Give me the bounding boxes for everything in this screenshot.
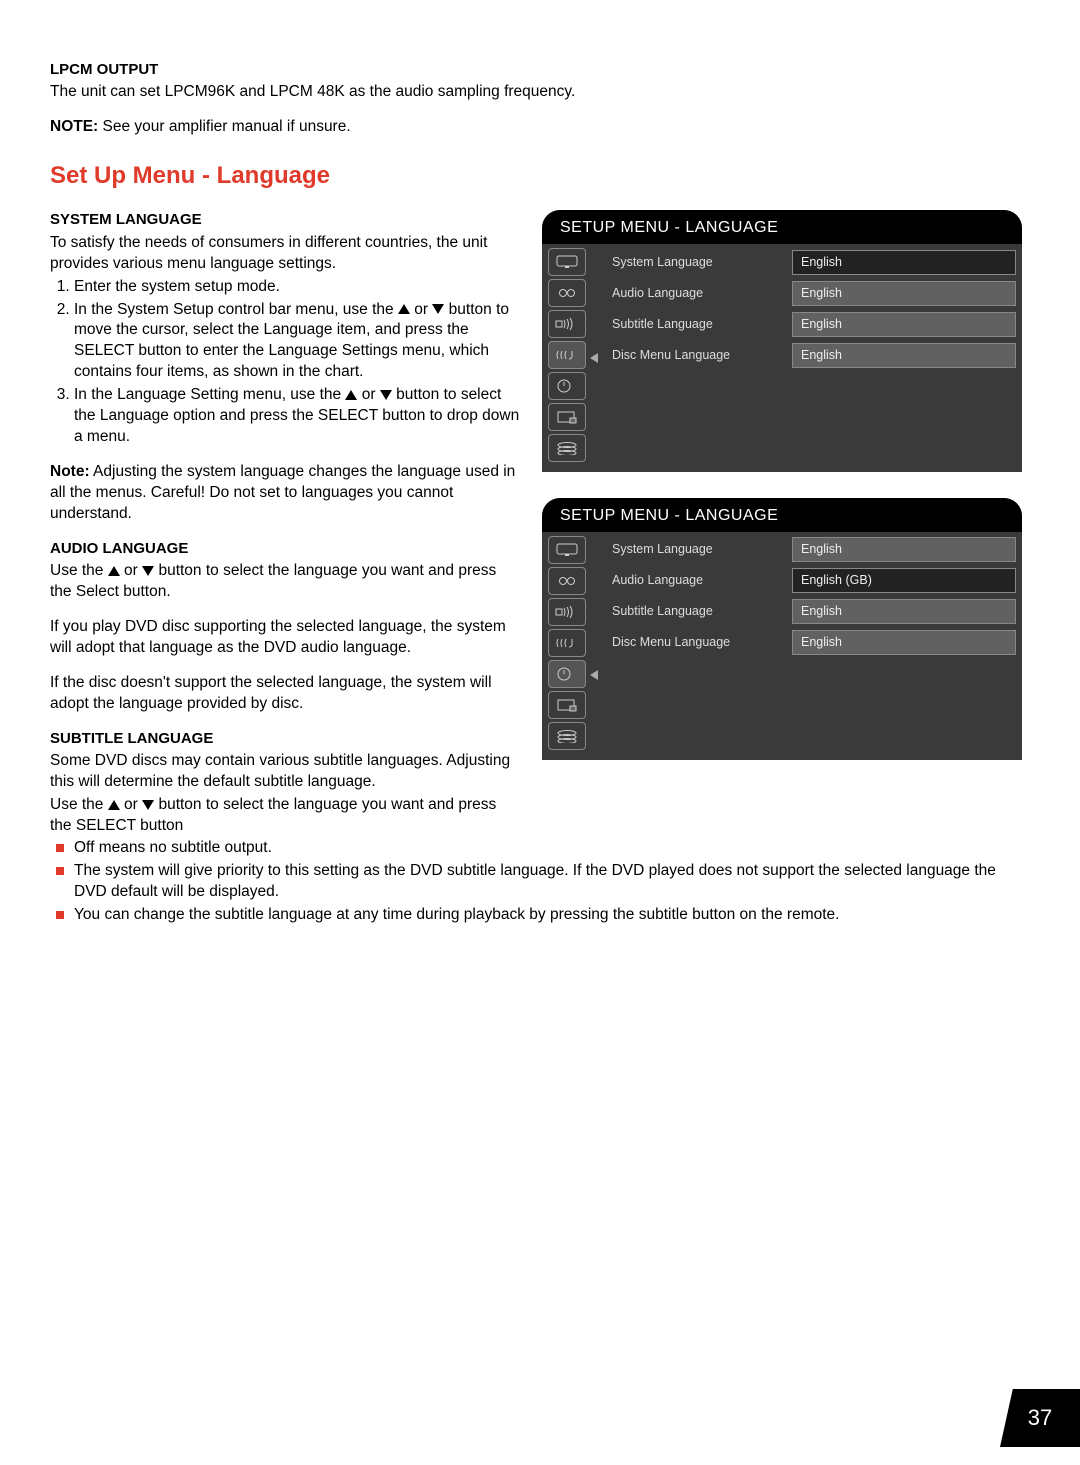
down-arrow-icon	[142, 800, 154, 810]
left-arrow-icon	[590, 667, 598, 685]
down-arrow-icon	[432, 304, 444, 314]
step-2: In the System Setup control bar menu, us…	[74, 300, 520, 384]
osd-row: Audio LanguageEnglish	[612, 279, 1016, 307]
osd-row-value: English	[792, 537, 1016, 562]
osd-row-label: Subtitle Language	[612, 316, 792, 333]
osd-row: System LanguageEnglish	[612, 248, 1016, 276]
down-arrow-icon	[380, 390, 392, 400]
disc-icon	[548, 722, 586, 750]
step-3: In the Language Setting menu, use the or…	[74, 385, 520, 448]
sublang-p2: Use the or button to select the language…	[50, 795, 520, 837]
up-arrow-icon	[398, 304, 410, 314]
camera-icon	[548, 567, 586, 595]
display-icon	[548, 403, 586, 431]
osd-row-value: English	[792, 343, 1016, 368]
bullet-2: The system will give priority to this se…	[74, 861, 1030, 903]
osd-sidebar-icons	[548, 536, 598, 750]
clock-icon	[548, 372, 586, 400]
osd-row: Subtitle LanguageEnglish	[612, 598, 1016, 626]
subtitle-icon	[548, 629, 586, 657]
osd-row-value: English	[792, 281, 1016, 306]
osd-row-value: English	[792, 630, 1016, 655]
osd-title: SETUP MENU - LANGUAGE	[542, 210, 1022, 244]
bullet-3: You can change the subtitle language at …	[74, 905, 1030, 926]
osd-sidebar-icons	[548, 248, 598, 462]
audiolang-p3: If the disc doesn't support the selected…	[50, 673, 520, 715]
syslang-note: Note: Adjusting the system language chan…	[50, 462, 520, 525]
osd-row-label: Disc Menu Language	[612, 634, 792, 651]
syslang-steps: Enter the system setup mode. In the Syst…	[50, 277, 520, 448]
page-number: 37	[1000, 1389, 1080, 1447]
sublang-p1: Some DVD discs may contain various subti…	[50, 751, 520, 793]
camera-icon	[548, 279, 586, 307]
syslang-intro: To satisfy the needs of consumers in dif…	[50, 233, 520, 275]
lpcm-note: NOTE: See your amplifier manual if unsur…	[50, 117, 1030, 138]
lpcm-text: The unit can set LPCM96K and LPCM 48K as…	[50, 82, 1030, 103]
down-arrow-icon	[142, 566, 154, 576]
note-label: NOTE:	[50, 118, 98, 135]
note-text: See your amplifier manual if unsure.	[98, 118, 350, 135]
osd-row-label: Audio Language	[612, 572, 792, 589]
osd-row-value: English	[792, 250, 1016, 275]
syslang-heading: System Language	[50, 210, 520, 230]
clock-icon	[548, 660, 586, 688]
osd-row-label: Subtitle Language	[612, 603, 792, 620]
left-arrow-icon	[590, 350, 598, 368]
osd-row-label: Disc Menu Language	[612, 347, 792, 364]
sublang-heading: Subtitle Language	[50, 729, 520, 749]
step-1: Enter the system setup mode.	[74, 277, 520, 298]
monitor-icon	[548, 536, 586, 564]
osd-row-label: System Language	[612, 254, 792, 271]
display-icon	[548, 691, 586, 719]
osd-row-label: Audio Language	[612, 285, 792, 302]
osd-screenshot-2: SETUP MENU - LANGUAGE System LanguageEng…	[542, 498, 1022, 760]
monitor-icon	[548, 248, 586, 276]
subtitle-icon	[548, 341, 586, 369]
osd-screenshot-1: SETUP MENU - LANGUAGE System LanguageEng…	[542, 210, 1022, 472]
osd-row: System LanguageEnglish	[612, 536, 1016, 564]
subtitle-bullets: Off means no subtitle output. The system…	[50, 838, 1030, 926]
up-arrow-icon	[345, 390, 357, 400]
osd-row-label: System Language	[612, 541, 792, 558]
osd-row-value: English	[792, 599, 1016, 624]
osd-row: Subtitle LanguageEnglish	[612, 310, 1016, 338]
up-arrow-icon	[108, 800, 120, 810]
speaker-icon	[548, 598, 586, 626]
disc-icon	[548, 434, 586, 462]
audiolang-p2: If you play DVD disc supporting the sele…	[50, 617, 520, 659]
osd-row: Disc Menu LanguageEnglish	[612, 629, 1016, 657]
lpcm-heading: Lpcm Output	[50, 60, 1030, 80]
speaker-icon	[548, 310, 586, 338]
osd-row-value: English	[792, 312, 1016, 337]
up-arrow-icon	[108, 566, 120, 576]
osd-row-value: English (GB)	[792, 568, 1016, 593]
bullet-1: Off means no subtitle output.	[74, 838, 1030, 859]
osd-title: SETUP MENU - LANGUAGE	[542, 498, 1022, 532]
osd-row: Audio LanguageEnglish (GB)	[612, 567, 1016, 595]
audiolang-p1: Use the or button to select the language…	[50, 561, 520, 603]
audiolang-heading: Audio Language	[50, 539, 520, 559]
section-title: Set Up Menu - Language	[50, 160, 1030, 192]
osd-row: Disc Menu LanguageEnglish	[612, 341, 1016, 369]
